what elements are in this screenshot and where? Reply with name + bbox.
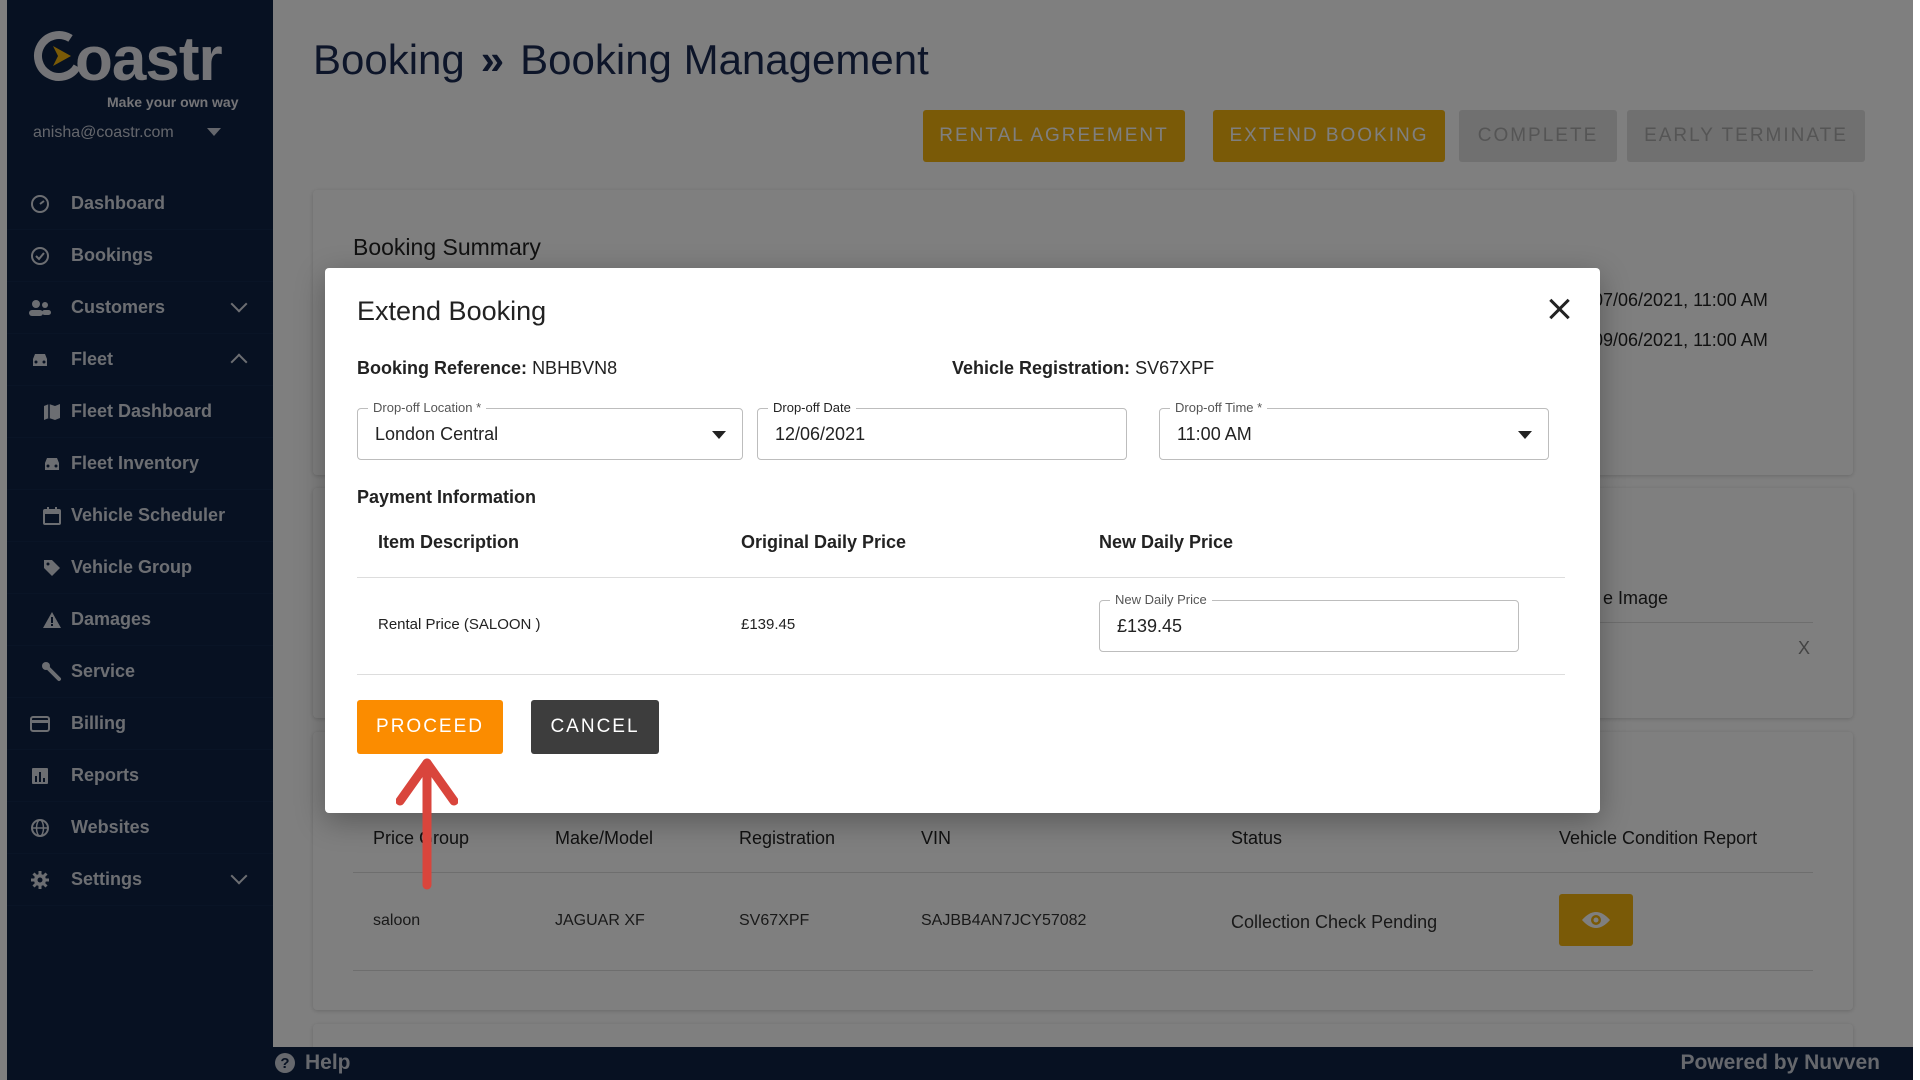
new-daily-price-value: £139.45 [1117, 616, 1183, 636]
booking-reference: Booking Reference: NBHBVN8 [357, 358, 617, 379]
dropdown-caret-icon [1518, 431, 1532, 439]
window-edge [1913, 0, 1920, 1080]
vehicle-registration: Vehicle Registration: SV67XPF [952, 358, 1214, 379]
cancel-button[interactable]: CANCEL [531, 700, 659, 754]
vehicle-registration-label: Vehicle Registration: [952, 358, 1131, 378]
booking-reference-label: Booking Reference: [357, 358, 528, 378]
dropoff-date-value: 12/06/2021 [775, 424, 866, 444]
table-header: New Daily Price [1099, 532, 1234, 552]
dropoff-date-label: Drop-off Date [768, 400, 856, 415]
dropoff-time-label: Drop-off Time * [1170, 400, 1268, 415]
original-daily-price: £139.45 [741, 616, 796, 633]
vehicle-registration-value: SV67XPF [1135, 358, 1215, 378]
close-icon[interactable] [1544, 294, 1574, 324]
dialog-title: Extend Booking [357, 296, 547, 326]
new-daily-price-label: New Daily Price [1110, 592, 1212, 607]
table-header: Item Description [378, 532, 520, 552]
divider [357, 577, 1565, 578]
payment-info-heading: Payment Information [357, 487, 537, 507]
proceed-button[interactable]: PROCEED [357, 700, 503, 754]
dropoff-time-value: 11:00 AM [1177, 424, 1252, 444]
new-daily-price-input[interactable]: New Daily Price £139.45 [1099, 592, 1519, 652]
booking-reference-value: NBHBVN8 [532, 358, 618, 378]
divider [357, 674, 1565, 675]
dropoff-time-select[interactable]: Drop-off Time * 11:00 AM [1159, 400, 1549, 460]
annotation-arrow-icon [396, 758, 458, 890]
dropoff-location-label: Drop-off Location * [368, 400, 487, 415]
dropoff-date-field[interactable]: Drop-off Date 12/06/2021 [757, 400, 1127, 460]
dropoff-location-value: London Central [375, 424, 499, 444]
app-window: oastr Make your own way anisha@coastr.co… [0, 0, 1920, 1080]
extend-booking-dialog: Extend Booking Booking Reference: NBHBVN… [325, 268, 1600, 813]
dropoff-location-select[interactable]: Drop-off Location * London Central [357, 400, 743, 460]
table-header: Original Daily Price [741, 532, 907, 552]
dropdown-caret-icon [712, 431, 726, 439]
item-description: Rental Price (SALOON ) [378, 616, 541, 633]
